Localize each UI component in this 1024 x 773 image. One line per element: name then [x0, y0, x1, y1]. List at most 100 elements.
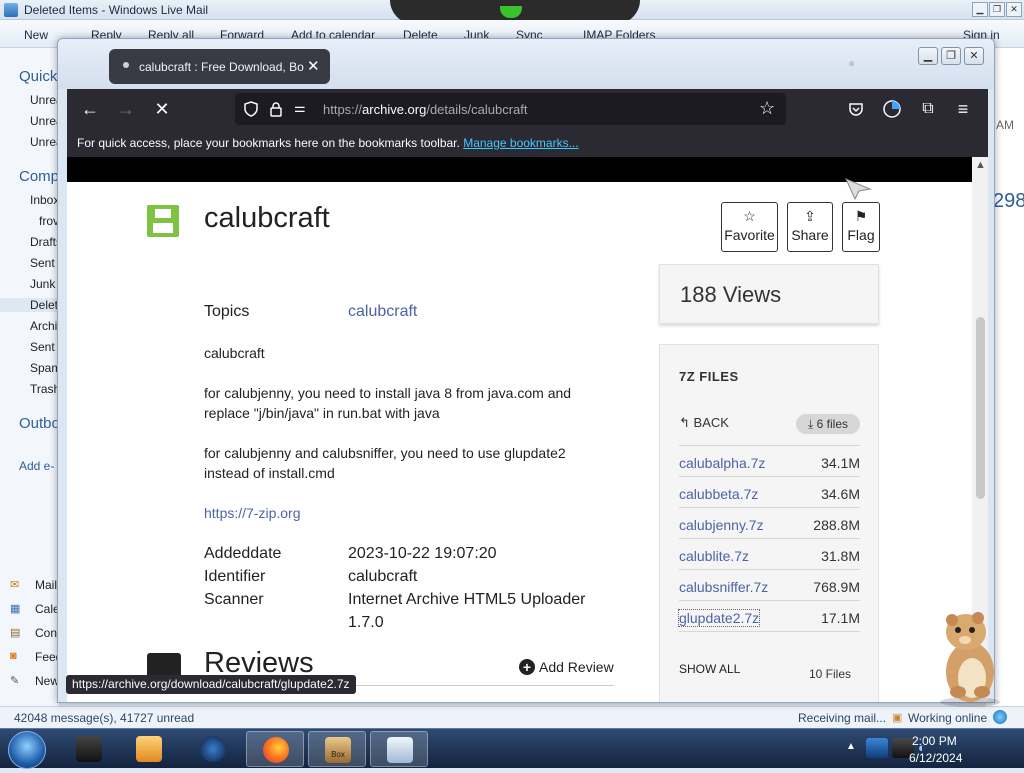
taskbar-app-2[interactable] — [120, 731, 178, 767]
file-link-focused[interactable]: glupdate2.7z — [677, 609, 761, 627]
mail-maximize-button[interactable]: ❐ — [989, 2, 1005, 17]
clock-date[interactable]: 6/12/2024 — [909, 751, 962, 765]
account-heading[interactable]: Comp — [19, 168, 59, 185]
description-line: for calubjenny, you need to install java… — [204, 385, 572, 401]
add-review-button[interactable]: + Add Review — [519, 659, 614, 675]
bookmark-star-icon[interactable]: ☆ — [759, 98, 775, 119]
folder-sent-2[interactable]: Sent — [30, 340, 55, 354]
quick-views-heading[interactable]: Quick — [19, 68, 57, 85]
file-link[interactable]: calubbeta.7z — [679, 486, 758, 502]
outbox-heading[interactable]: Outbo — [19, 415, 60, 432]
mail-close-button[interactable]: ✕ — [1006, 2, 1022, 17]
taskbar-app-3[interactable] — [184, 731, 242, 767]
file-link[interactable]: calublite.7z — [679, 548, 749, 564]
folder-deleted[interactable]: Delet — [0, 298, 60, 312]
stop-loading-icon[interactable]: ✕ — [150, 97, 174, 121]
favorite-button[interactable]: ☆ Favorite — [721, 202, 778, 252]
message-count: 42048 message(s), 41727 unread — [14, 711, 195, 725]
file-size: 17.1M — [821, 610, 860, 626]
meta-value-addeddate: 2023-10-22 19:07:20 — [348, 545, 497, 562]
firefox-maximize-button[interactable]: ❐ — [941, 47, 961, 65]
topics-label: Topics — [204, 303, 250, 320]
flag-label: Flag — [847, 227, 875, 243]
pocket-icon[interactable] — [848, 101, 864, 117]
ribbon-new[interactable]: New — [24, 28, 48, 42]
clock-time[interactable]: 2:00 PM — [912, 734, 957, 748]
taskbar-mail[interactable] — [370, 731, 428, 767]
lock-icon[interactable] — [269, 101, 283, 117]
meta-label-scanner: Scanner — [204, 591, 264, 608]
media-player-icon — [136, 736, 162, 762]
topics-link[interactable]: calubcraft — [348, 303, 417, 321]
nav-mail[interactable]: Mail — [35, 578, 57, 592]
files-divider — [679, 631, 860, 632]
bookmarks-hint-text: For quick access, place your bookmarks h… — [77, 136, 460, 150]
taskbar-hamster-box[interactable]: Box — [308, 731, 366, 767]
files-download-pill[interactable]: ⤓ 6 files — [796, 414, 860, 434]
browser-tab-active[interactable]: calubcraft : Free Download, Bor ✕ — [109, 49, 330, 84]
file-row: calublite.7z 31.8M — [679, 538, 860, 569]
tray-app-icon[interactable] — [866, 738, 888, 758]
windows-taskbar: Box ▲ ◐ 2:00 PM 6/12/2024 — [0, 728, 1024, 769]
firefox-minimize-button[interactable]: ▁ — [918, 47, 938, 65]
seven-zip-link[interactable]: https://7-zip.org — [204, 503, 301, 523]
mail-window-title: Deleted Items - Windows Live Mail — [24, 3, 209, 17]
account-sync-icon[interactable] — [882, 99, 902, 119]
firefox-window: calubcraft : Free Download, Bor ✕ ● ▁ ❐ … — [57, 38, 995, 703]
taskbar-app-1[interactable] — [60, 731, 118, 767]
tray-expand-icon[interactable]: ▲ — [846, 741, 856, 752]
file-size: 34.1M — [821, 455, 860, 471]
mail-minimize-button[interactable]: ▁ — [972, 2, 988, 17]
views-count: 188 Views — [680, 282, 782, 307]
mouse-cursor-icon — [845, 178, 872, 201]
scrollbar-thumb[interactable] — [976, 317, 985, 499]
mail-nav-icon: ✉ — [10, 579, 20, 591]
app-menu-icon[interactable]: ≡ — [951, 97, 975, 121]
files-count: 10 Files — [809, 667, 852, 681]
share-button[interactable]: ⇪ Share — [787, 202, 833, 252]
tracking-shield-icon[interactable] — [243, 101, 259, 117]
nav-contacts[interactable]: Con — [35, 626, 57, 640]
file-link[interactable]: calubalpha.7z — [679, 455, 765, 471]
add-review-label: Add Review — [539, 659, 614, 675]
manage-bookmarks-link[interactable]: Manage bookmarks... — [463, 136, 578, 150]
file-row: calubalpha.7z 34.1M — [679, 445, 860, 476]
file-row: glupdate2.7z 17.1M — [677, 600, 860, 631]
folder-junk[interactable]: Junk — [30, 277, 55, 291]
newsgroups-icon: ✎ — [10, 675, 20, 687]
description-line: for calubjenny and calubsniffer, you nee… — [204, 445, 566, 461]
site-permissions-icon[interactable]: ⚌ — [294, 100, 306, 116]
bookmarks-toolbar: For quick access, place your bookmarks h… — [67, 129, 988, 157]
forward-arrow-icon[interactable]: → — [114, 97, 138, 121]
file-link[interactable]: calubsniffer.7z — [679, 579, 768, 595]
back-label: BACK — [693, 415, 729, 430]
folder-inbox[interactable]: Inbox — [30, 193, 59, 207]
firefox-titlebar: calubcraft : Free Download, Bor ✕ ● ▁ ❐ … — [58, 39, 994, 89]
back-arrow-icon[interactable]: ← — [78, 97, 102, 121]
item-title: calubcraft — [204, 202, 330, 234]
folder-sent[interactable]: Sent — [30, 256, 55, 270]
feeds-icon: ◙ — [10, 650, 17, 662]
folder-archive[interactable]: Archi — [30, 319, 57, 333]
time-fragment: AM — [996, 118, 1014, 132]
receiving-status: Receiving mail... — [798, 711, 887, 725]
show-all-link[interactable]: SHOW ALL — [679, 662, 740, 676]
tab-close-icon[interactable]: ✕ — [307, 57, 320, 75]
url-text[interactable]: https://archive.org/details/calubcraft — [323, 102, 528, 117]
nav-newsgroups[interactable]: New — [35, 674, 59, 688]
url-bar[interactable]: ⚌ https://archive.org/details/calubcraft… — [235, 93, 786, 125]
start-button[interactable] — [8, 731, 46, 769]
add-account-link[interactable]: Add e- — [19, 459, 54, 473]
extensions-puzzle-icon[interactable]: ⧉ — [916, 97, 940, 121]
nav-calendar[interactable]: Cale — [35, 602, 60, 616]
taskbar-firefox[interactable] — [246, 731, 304, 767]
scroll-up-icon[interactable]: ▲ — [975, 159, 986, 171]
firefox-close-button[interactable]: ✕ — [964, 47, 984, 65]
file-link[interactable]: calubjenny.7z — [679, 517, 764, 533]
back-button[interactable]: ↰ BACK — [679, 415, 729, 431]
flag-button[interactable]: ⚑ Flag — [842, 202, 880, 252]
folder-trash[interactable]: Trash — [30, 382, 60, 396]
plus-circle-icon: + — [519, 659, 535, 675]
tab-list-icon[interactable]: ● — [848, 56, 855, 70]
folder-sub[interactable]: frov — [39, 214, 59, 228]
